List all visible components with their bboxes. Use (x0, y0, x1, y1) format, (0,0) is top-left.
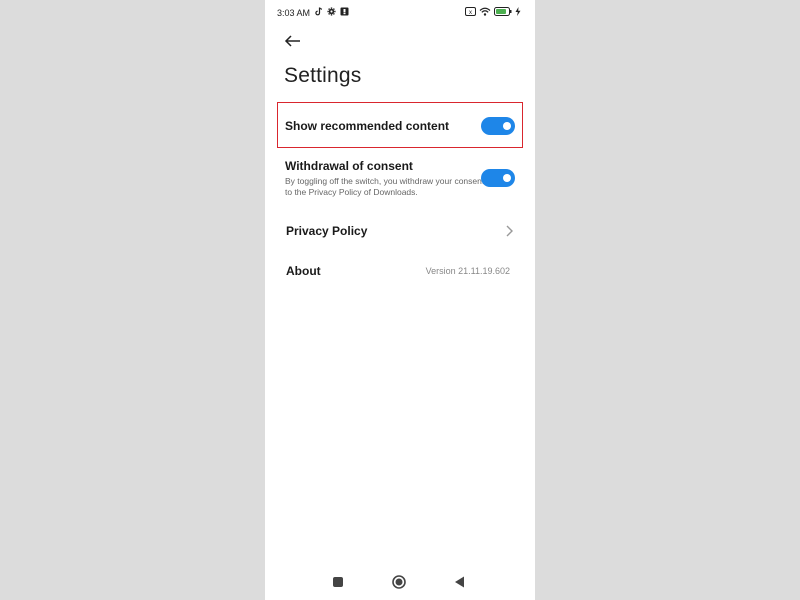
toggle-knob (503, 174, 511, 182)
status-bar: 3:03 AM x (265, 0, 535, 26)
page-title: Settings (284, 64, 362, 87)
back-button[interactable] (281, 30, 303, 52)
home-button[interactable] (391, 574, 407, 590)
phone-screen: 3:03 AM x Settings Show recommended cont… (265, 0, 535, 600)
version-text: Version 21.11.19.602 (425, 266, 510, 276)
sim-icon: x (465, 7, 476, 16)
tiktok-icon (315, 7, 323, 16)
recents-button[interactable] (330, 574, 346, 590)
nav-bar (265, 568, 535, 600)
withdrawal-description: By toggling off the switch, you withdraw… (285, 176, 485, 197)
setting-privacy-policy[interactable]: Privacy Policy (286, 224, 534, 238)
battery-icon (494, 7, 512, 16)
withdrawal-toggle[interactable] (481, 169, 515, 187)
chevron-right-icon (503, 224, 515, 238)
charging-icon (515, 7, 521, 16)
status-left-icons (315, 7, 349, 16)
arrow-left-icon (284, 35, 300, 47)
back-nav-button[interactable] (452, 574, 468, 590)
gear-icon (327, 7, 336, 16)
home-circle-icon (392, 575, 406, 589)
show-recommended-toggle[interactable] (481, 117, 515, 135)
notification-icon (340, 7, 349, 16)
status-time: 3:03 AM (277, 8, 311, 18)
toggle-knob (503, 122, 511, 130)
recents-square-icon (333, 577, 343, 587)
svg-text:x: x (469, 10, 472, 16)
status-right-icons: x (465, 7, 521, 16)
back-triangle-icon (455, 576, 464, 588)
wifi-icon (479, 7, 491, 16)
privacy-policy-label: Privacy Policy (286, 224, 368, 238)
